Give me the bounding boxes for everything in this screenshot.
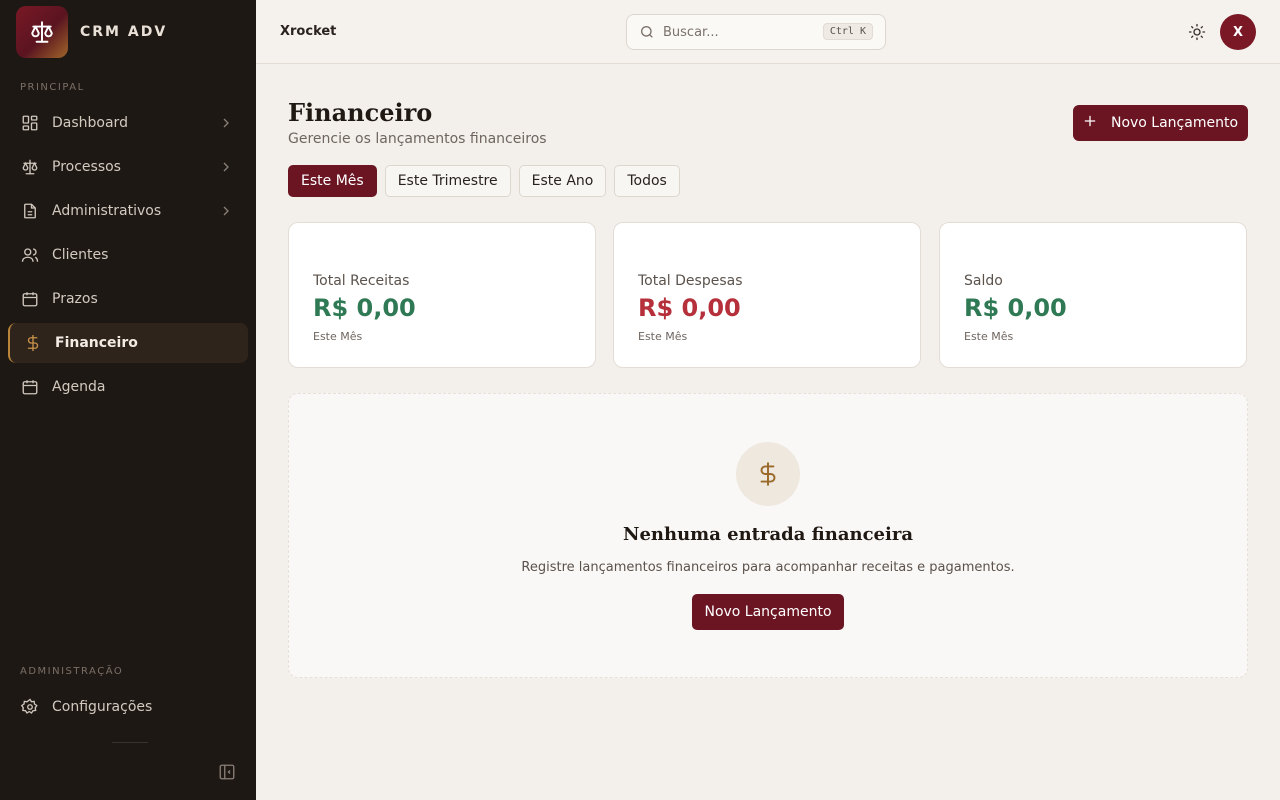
- card-value: R$ 0,00: [313, 294, 416, 322]
- sidebar-item-prazos[interactable]: Prazos: [8, 279, 248, 319]
- chevron-right-icon: [218, 159, 234, 175]
- avatar[interactable]: X: [1220, 14, 1256, 50]
- sidebar-item-clientes[interactable]: Clientes: [8, 235, 248, 275]
- new-entry-label: Novo Lançamento: [1110, 115, 1239, 131]
- main-nav: Dashboard Processos Administrativos Clie…: [8, 103, 248, 411]
- sidebar-item-dashboard[interactable]: Dashboard: [8, 103, 248, 143]
- dollar-sign-icon: [736, 442, 800, 506]
- file-text-icon: [20, 201, 40, 221]
- sidebar-item-financeiro[interactable]: Financeiro: [8, 323, 248, 363]
- calendar-icon: [20, 289, 40, 309]
- sidebar-collapse-icon[interactable]: [218, 763, 236, 781]
- new-entry-button[interactable]: Novo Lançamento: [1073, 105, 1248, 141]
- search-icon: [639, 24, 655, 40]
- empty-new-entry-button[interactable]: Novo Lançamento: [692, 594, 844, 630]
- plus-icon: [1083, 114, 1097, 132]
- sidebar: CRM ADV PRINCIPAL Dashboard Processos Ad…: [0, 0, 256, 800]
- section-label-principal: PRINCIPAL: [20, 82, 85, 93]
- calendar-days-icon: [20, 377, 40, 397]
- sidebar-item-label: Configurações: [52, 699, 153, 715]
- chevron-right-icon: [218, 115, 234, 131]
- card-period: Este Mês: [313, 330, 363, 343]
- brand[interactable]: CRM ADV: [16, 6, 167, 58]
- card-label: Saldo: [964, 273, 1003, 289]
- sidebar-item-label: Dashboard: [52, 115, 128, 131]
- sidebar-item-label: Financeiro: [55, 335, 138, 351]
- empty-state: Nenhuma entrada financeira Registre lanç…: [288, 393, 1248, 678]
- workspace-name[interactable]: Xrocket: [280, 24, 336, 39]
- summary-card-saldo: Saldo R$ 0,00 Este Mês: [939, 222, 1247, 368]
- card-label: Total Despesas: [638, 273, 743, 289]
- sidebar-item-administrativos[interactable]: Administrativos: [8, 191, 248, 231]
- sidebar-item-label: Clientes: [52, 247, 109, 263]
- scale-logo-icon: [16, 6, 68, 58]
- sidebar-item-agenda[interactable]: Agenda: [8, 367, 248, 407]
- page-subtitle: Gerencie os lançamentos financeiros: [288, 131, 547, 147]
- settings-icon: [20, 697, 40, 717]
- filter-todos[interactable]: Todos: [614, 165, 680, 197]
- users-icon: [20, 245, 40, 265]
- chevron-right-icon: [218, 203, 234, 219]
- card-period: Este Mês: [964, 330, 1014, 343]
- empty-state-description: Registre lançamentos financeiros para ac…: [521, 560, 1015, 575]
- card-label: Total Receitas: [313, 273, 410, 289]
- empty-state-title: Nenhuma entrada financeira: [623, 524, 913, 545]
- summary-card-receitas: Total Receitas R$ 0,00 Este Mês: [288, 222, 596, 368]
- section-label-admin: ADMINISTRAÇÃO: [20, 666, 124, 677]
- filter-este-ano[interactable]: Este Ano: [518, 165, 607, 197]
- sidebar-item-label: Agenda: [52, 379, 106, 395]
- sidebar-item-processos[interactable]: Processos: [8, 147, 248, 187]
- sidebar-item-label: Processos: [52, 159, 121, 175]
- sun-icon[interactable]: [1188, 23, 1206, 41]
- period-filters: Este Mês Este Trimestre Este Ano Todos: [288, 165, 688, 197]
- filter-este-trimestre[interactable]: Este Trimestre: [384, 165, 511, 197]
- search-shortcut: Ctrl K: [822, 23, 873, 40]
- summary-card-despesas: Total Despesas R$ 0,00 Este Mês: [613, 222, 921, 368]
- app-name: CRM ADV: [80, 24, 168, 40]
- scale-icon: [20, 157, 40, 177]
- card-period: Este Mês: [638, 330, 688, 343]
- search-input[interactable]: Buscar...: [663, 25, 719, 40]
- admin-nav: Configurações: [8, 687, 248, 731]
- filter-este-mes[interactable]: Este Mês: [288, 165, 377, 197]
- page-title: Financeiro: [288, 98, 433, 127]
- card-value: R$ 0,00: [964, 294, 1067, 322]
- layout-dashboard-icon: [20, 113, 40, 133]
- top-header: Xrocket Buscar... Ctrl K X: [256, 0, 1280, 64]
- sidebar-item-label: Prazos: [52, 291, 98, 307]
- dollar-sign-icon: [23, 333, 43, 353]
- card-value: R$ 0,00: [638, 294, 741, 322]
- sidebar-item-label: Administrativos: [52, 203, 162, 219]
- sidebar-divider: [112, 742, 148, 743]
- search-box[interactable]: Buscar... Ctrl K: [626, 14, 886, 50]
- sidebar-item-configuracoes[interactable]: Configurações: [8, 687, 248, 727]
